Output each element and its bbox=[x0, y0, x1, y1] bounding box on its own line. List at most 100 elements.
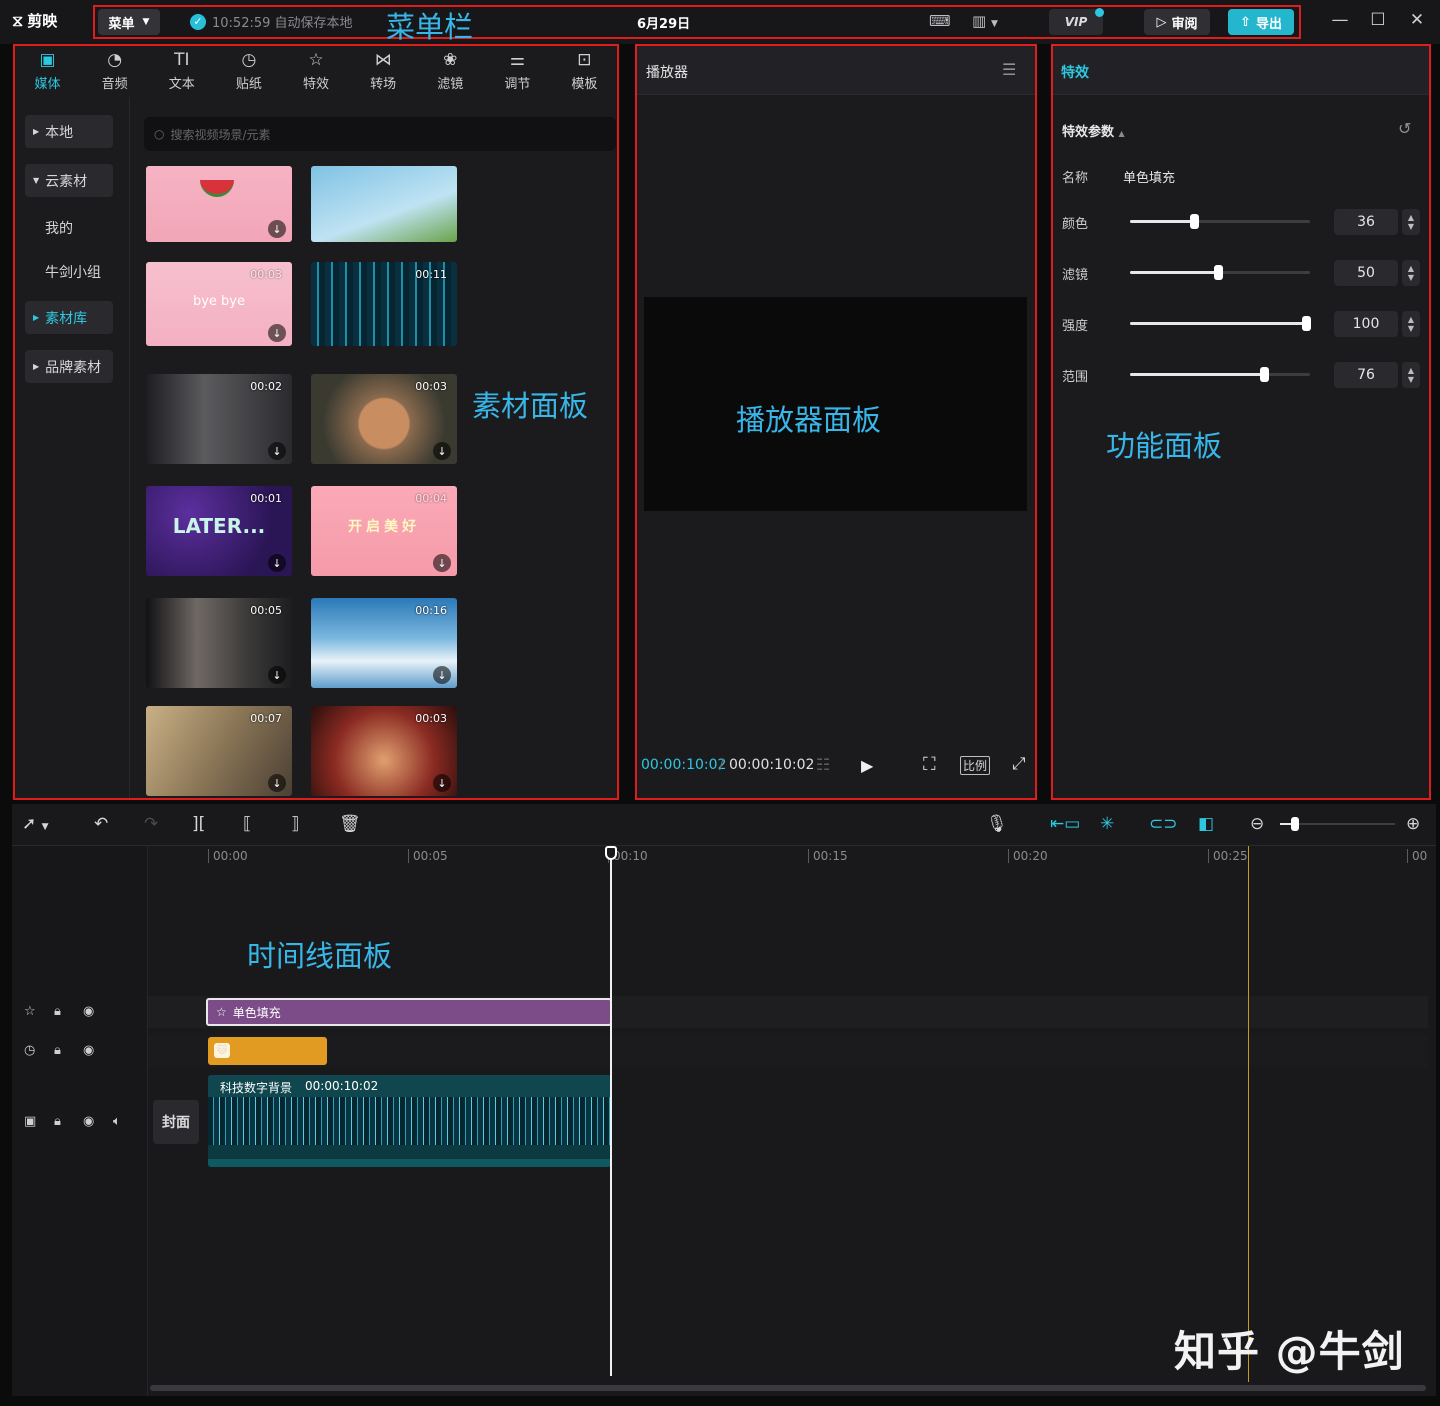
download-icon[interactable]: ↓ bbox=[268, 442, 286, 460]
timeline-scrollbar[interactable] bbox=[150, 1385, 1426, 1391]
color-stepper[interactable]: ▲ ▼ bbox=[1402, 209, 1420, 235]
preview-axis-icon[interactable]: ◧ bbox=[1198, 814, 1214, 834]
download-icon[interactable]: ↓ bbox=[268, 220, 286, 238]
chevron-down-icon[interactable]: ▼ bbox=[1408, 273, 1414, 282]
chevron-down-icon[interactable]: ▼ bbox=[1408, 222, 1414, 231]
eye-icon[interactable]: ◉ bbox=[83, 1043, 94, 1058]
intensity-stepper[interactable]: ▲ ▼ bbox=[1402, 311, 1420, 337]
zoom-fit-icon[interactable]: ⛶ bbox=[923, 754, 936, 775]
aspect-ratio-button[interactable]: 比例 bbox=[960, 756, 991, 775]
range-stepper[interactable]: ▲ ▼ bbox=[1402, 362, 1420, 388]
export-button[interactable]: ⇧ 导出 bbox=[1228, 9, 1294, 35]
range-slider[interactable] bbox=[1130, 367, 1310, 382]
intensity-slider[interactable] bbox=[1130, 316, 1312, 331]
intensity-value-input[interactable]: 100 bbox=[1334, 311, 1398, 337]
tab-transition[interactable]: ⋈ 转场 bbox=[350, 45, 417, 97]
zoom-slider-knob[interactable] bbox=[1291, 817, 1299, 831]
tab-audio[interactable]: ◔ 音频 bbox=[81, 45, 148, 97]
range-value-input[interactable]: 76 bbox=[1334, 362, 1398, 388]
play-icon[interactable]: ▶ bbox=[861, 756, 873, 775]
tab-adjust[interactable]: ⚌ 调节 bbox=[484, 45, 551, 97]
review-button[interactable]: ▷ 审阅 bbox=[1144, 9, 1210, 35]
link-icon[interactable]: ⊂⊃ bbox=[1149, 814, 1178, 834]
zoom-out-icon[interactable]: ⊖ bbox=[1250, 814, 1264, 834]
sidebar-item-local[interactable]: ▶ 本地 bbox=[25, 115, 113, 148]
redo-icon[interactable]: ↷ bbox=[144, 814, 158, 834]
split-icon[interactable]: ][ bbox=[192, 814, 205, 834]
menu-button[interactable]: 菜单 ▼ bbox=[98, 9, 160, 35]
download-icon[interactable]: ↓ bbox=[268, 774, 286, 792]
layout-icon[interactable]: ▥ ▼ bbox=[972, 12, 998, 30]
sidebar-item-library[interactable]: ▶ 素材库 bbox=[25, 301, 113, 334]
zoom-in-icon[interactable]: ⊕ bbox=[1406, 814, 1420, 834]
undo-icon[interactable]: ↶ bbox=[94, 814, 108, 834]
maximize-icon[interactable]: ☐ bbox=[1366, 10, 1390, 30]
media-thumb[interactable]: 00:16 ↓ bbox=[311, 598, 457, 688]
filter-stepper[interactable]: ▲ ▼ bbox=[1402, 260, 1420, 286]
effect-params-header[interactable]: 特效参数 ▲ bbox=[1062, 121, 1125, 140]
filter-value-input[interactable]: 50 bbox=[1334, 260, 1398, 286]
playhead[interactable] bbox=[610, 846, 612, 1376]
color-slider[interactable] bbox=[1130, 214, 1310, 229]
minimize-icon[interactable]: — bbox=[1328, 10, 1352, 30]
video-clip[interactable]: 科技数字背景 00:00:10:02 bbox=[208, 1075, 611, 1167]
tab-text[interactable]: TI 文本 bbox=[148, 45, 215, 97]
color-value-input[interactable]: 36 bbox=[1334, 209, 1398, 235]
tab-media[interactable]: ▣ 媒体 bbox=[14, 45, 81, 97]
hamburger-menu-icon[interactable]: ☰ bbox=[1002, 60, 1016, 79]
microphone-icon[interactable]: 🎙 bbox=[986, 814, 1008, 834]
tab-filter[interactable]: ❀ 滤镜 bbox=[417, 45, 484, 97]
select-tool-icon[interactable]: ➚ ▼ bbox=[22, 814, 49, 834]
zoom-slider[interactable] bbox=[1280, 817, 1395, 831]
media-thumb[interactable] bbox=[311, 166, 457, 242]
media-thumb[interactable]: ↓ bbox=[146, 166, 292, 242]
trim-right-icon[interactable]: ⟧ bbox=[291, 814, 299, 834]
chevron-up-icon[interactable]: ▲ bbox=[1408, 213, 1414, 222]
download-icon[interactable]: ↓ bbox=[433, 554, 451, 572]
eye-icon[interactable]: ◉ bbox=[83, 1114, 94, 1129]
slider-knob[interactable] bbox=[1260, 367, 1270, 382]
auto-snap-icon[interactable]: ✳ bbox=[1100, 814, 1114, 834]
download-icon[interactable]: ↓ bbox=[268, 554, 286, 572]
media-thumb[interactable]: 00:04 开启美好 ↓ bbox=[311, 486, 457, 576]
media-thumb[interactable]: 00:03 ↓ bbox=[311, 374, 457, 464]
tab-sticker[interactable]: ◷ 贴纸 bbox=[215, 45, 282, 97]
lock-icon[interactable]: 🔒︎ bbox=[54, 1043, 61, 1058]
media-thumb[interactable]: 00:03 ↓ bbox=[311, 706, 457, 796]
media-thumb[interactable]: 00:05 ↓ bbox=[146, 598, 292, 688]
media-thumb[interactable]: 00:02 ↓ bbox=[146, 374, 292, 464]
main-track-magnet-icon[interactable]: ⇤▭ bbox=[1050, 814, 1080, 834]
media-thumb[interactable]: 00:11 bbox=[311, 262, 457, 346]
media-thumb[interactable]: 00:03 bye bye ↓ bbox=[146, 262, 292, 346]
media-thumb[interactable]: 00:01 LATER... ↓ bbox=[146, 486, 292, 576]
delete-icon[interactable]: 🗑 bbox=[339, 814, 361, 834]
chevron-up-icon[interactable]: ▲ bbox=[1408, 366, 1414, 375]
effect-clip[interactable]: ☆ 单色填充 bbox=[206, 998, 612, 1026]
download-icon[interactable]: ↓ bbox=[433, 774, 451, 792]
sticker-clip[interactable]: 🐱 bbox=[208, 1037, 327, 1065]
chevron-up-icon[interactable]: ▲ bbox=[1408, 264, 1414, 273]
tab-effects[interactable]: ☆ 特效 bbox=[282, 45, 349, 97]
reset-icon[interactable]: ↺ bbox=[1398, 119, 1411, 138]
keyboard-shortcut-icon[interactable]: ⌨ bbox=[929, 12, 951, 30]
volume-icon[interactable]: 🔈︎ bbox=[113, 1114, 121, 1129]
chevron-up-icon[interactable]: ▲ bbox=[1408, 315, 1414, 324]
slider-knob[interactable] bbox=[1302, 316, 1312, 331]
sidebar-item-group[interactable]: 牛剑小组 bbox=[25, 255, 113, 288]
download-icon[interactable]: ↓ bbox=[268, 324, 286, 342]
chevron-down-icon[interactable]: ▼ bbox=[1408, 375, 1414, 384]
lock-icon[interactable]: 🔒︎ bbox=[54, 1004, 61, 1019]
fullscreen-icon[interactable]: ⤢ bbox=[1012, 754, 1026, 774]
sidebar-item-brand[interactable]: ▶ 品牌素材 bbox=[25, 350, 113, 383]
trim-left-icon[interactable]: ⟦ bbox=[243, 814, 251, 834]
slider-knob[interactable] bbox=[1189, 214, 1199, 229]
filter-slider[interactable] bbox=[1130, 265, 1310, 280]
close-icon[interactable]: ✕ bbox=[1405, 10, 1429, 30]
waveform-icon[interactable]: ☷ bbox=[816, 755, 830, 774]
chevron-down-icon[interactable]: ▼ bbox=[1408, 324, 1414, 333]
slider-knob[interactable] bbox=[1214, 265, 1224, 280]
sidebar-item-mine[interactable]: 我的 bbox=[25, 211, 113, 244]
tab-template[interactable]: ⊡ 模板 bbox=[551, 45, 618, 97]
sidebar-item-cloud[interactable]: ▼ 云素材 bbox=[25, 164, 113, 197]
download-icon[interactable]: ↓ bbox=[433, 442, 451, 460]
